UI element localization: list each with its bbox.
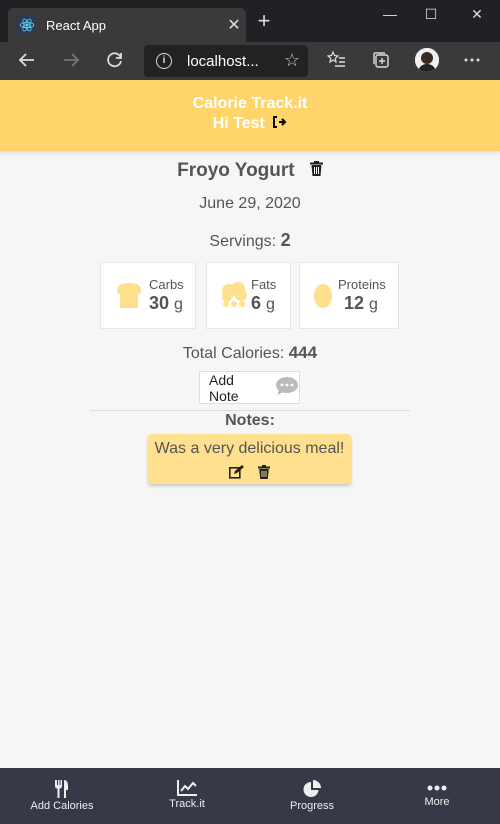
delete-food-icon[interactable] [309, 160, 323, 182]
greeting-text: Hi Test [212, 115, 265, 133]
site-info-icon[interactable]: i [156, 53, 172, 69]
delete-note-icon[interactable] [258, 465, 271, 479]
food-date: June 29, 2020 [199, 195, 301, 212]
nav-label: More [424, 796, 450, 808]
fat-cloud-icon [219, 281, 249, 314]
line-chart-icon [177, 780, 197, 796]
macro-card-fats: Fats 6 g [206, 262, 291, 329]
add-note-button[interactable]: Add Note [199, 371, 300, 404]
macro-value: 30 g [149, 293, 183, 313]
refresh-icon[interactable] [103, 50, 127, 72]
profile-avatar[interactable] [415, 48, 439, 72]
servings-row: Servings: 2 [0, 230, 500, 251]
note-actions [148, 465, 351, 484]
total-calories-value: 444 [288, 343, 318, 362]
app-title: Calorie Track.it [192, 95, 308, 112]
more-dots-icon [427, 785, 447, 791]
back-arrow-icon[interactable] [15, 50, 39, 72]
app-header: Calorie Track.it Hi Test [0, 80, 500, 151]
collections-icon[interactable] [369, 50, 393, 72]
address-bar[interactable]: i localhost... ☆ [144, 45, 308, 77]
note-text: Was a very delicious meal! [154, 440, 345, 457]
tab-close-icon[interactable]: ✕ [222, 15, 246, 35]
favorites-list-icon[interactable] [325, 50, 349, 72]
settings-more-icon[interactable] [460, 50, 484, 72]
macro-card-proteins: Proteins 12 g [299, 262, 399, 329]
react-logo-icon [18, 16, 36, 34]
nav-label: Progress [289, 800, 335, 812]
food-name: Froyo Yogurt [177, 160, 295, 182]
total-calories-row: Total Calories: 444 [0, 343, 500, 363]
nav-trackit[interactable]: Track.it [157, 768, 217, 824]
total-calories-label: Total Calories: [182, 345, 285, 362]
servings-label: Servings: [209, 233, 277, 250]
nav-label: Track.it [169, 798, 205, 810]
notes-heading: Notes: [225, 412, 275, 429]
servings-value: 2 [280, 230, 291, 250]
browser-tab[interactable]: React App ✕ [8, 8, 246, 42]
notes-divider [90, 410, 410, 411]
pie-chart-icon [303, 780, 321, 797]
tab-title: React App [46, 17, 106, 33]
minimize-button[interactable]: — [373, 6, 407, 26]
macro-label: Carbs [149, 277, 184, 292]
url-text: localhost... [187, 52, 259, 70]
macro-label: Fats [251, 277, 277, 292]
macro-label: Proteins [338, 277, 386, 292]
macro-value: 6 g [251, 293, 275, 313]
favorite-star-icon[interactable]: ☆ [284, 50, 300, 71]
browser-tab-bar: React App ✕ + — ☐ ✕ [0, 0, 500, 42]
window-close-button[interactable]: ✕ [460, 6, 494, 26]
macro-card-carbs: Carbs 30 g [100, 262, 196, 329]
food-title-row: Froyo Yogurt [0, 160, 500, 182]
nav-label: Add Calories [30, 800, 94, 812]
bread-icon [113, 281, 145, 314]
nav-add-calories[interactable]: Add Calories [22, 768, 102, 824]
macro-value: 12 g [344, 293, 378, 313]
forward-arrow-icon[interactable] [59, 50, 83, 72]
nav-progress[interactable]: Progress [282, 768, 342, 824]
maximize-button[interactable]: ☐ [414, 6, 448, 26]
new-tab-button[interactable]: + [252, 10, 276, 32]
egg-icon [312, 281, 334, 314]
sign-out-icon[interactable] [273, 115, 287, 133]
add-note-label: Add Note [209, 371, 239, 404]
edit-note-icon[interactable] [228, 465, 244, 479]
bottom-nav: Add Calories Track.it Progress More [0, 768, 500, 824]
chat-bubble-icon [275, 376, 299, 399]
greeting-row: Hi Test [0, 115, 500, 133]
utensils-icon [55, 780, 68, 798]
note-card: Was a very delicious meal! [148, 434, 351, 484]
nav-more[interactable]: More [412, 768, 462, 824]
